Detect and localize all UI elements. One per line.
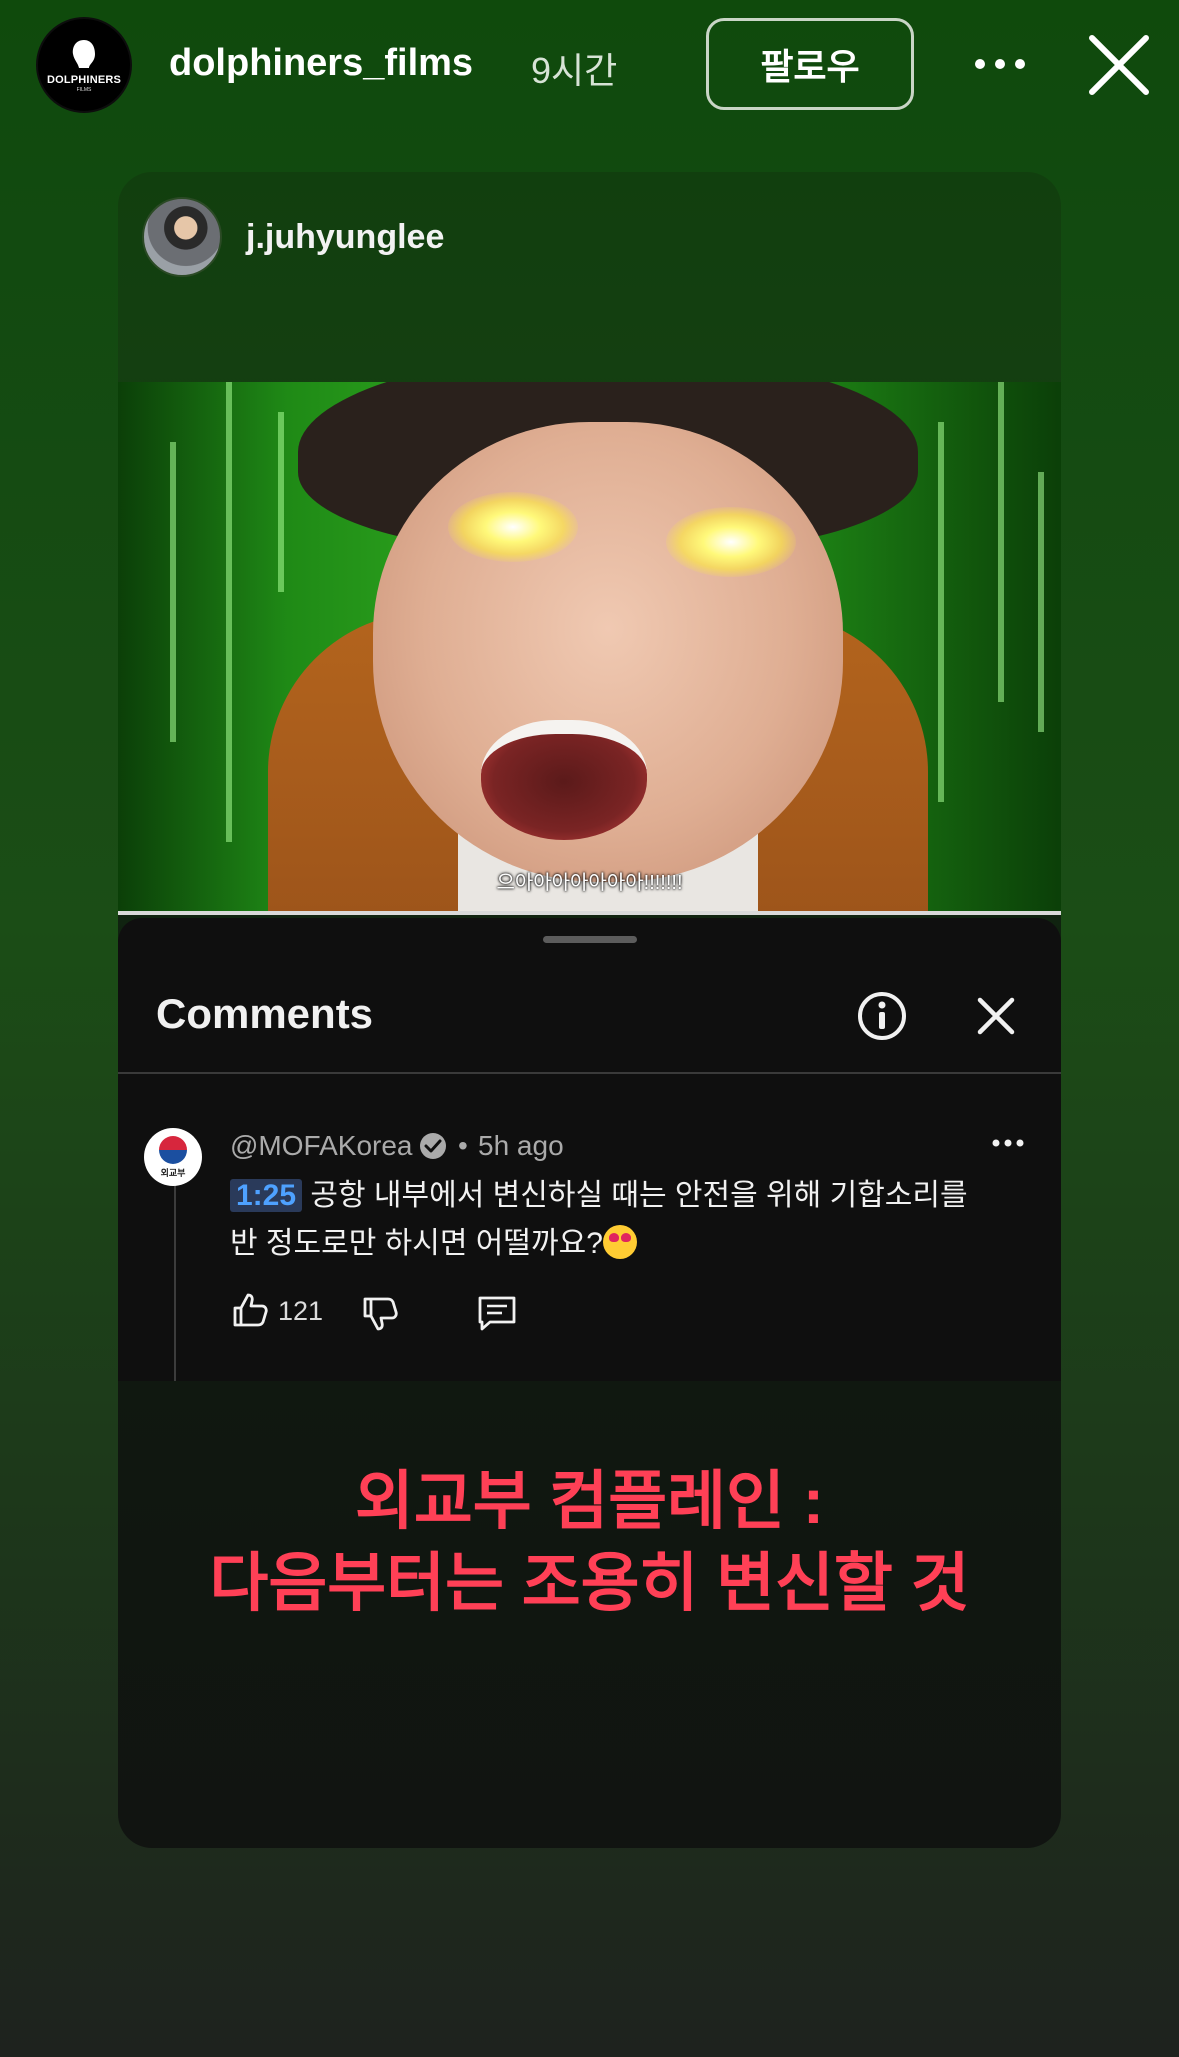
taegeuk-icon: [159, 1135, 187, 1164]
comments-panel: Comments 외교부 @MOFAKorea • 5h ago 1:25 공항…: [118, 918, 1061, 1381]
comment-more-icon[interactable]: [986, 1128, 1030, 1158]
glowing-eye-left: [448, 492, 578, 562]
avatar-logo-text: DOLPHINERS: [46, 73, 122, 86]
avatar-logo-sub: FILMS: [76, 86, 92, 93]
like-count: 121: [278, 1296, 324, 1326]
light-streak: [278, 412, 284, 592]
light-streak: [170, 442, 176, 742]
thumbs-down-icon[interactable]: [360, 1294, 400, 1334]
caption-line-1: 외교부 컴플레인 :: [354, 1465, 825, 1537]
reply-icon[interactable]: [476, 1294, 518, 1334]
meta-separator: •: [458, 1130, 468, 1161]
shared-post-author-avatar[interactable]: [142, 197, 222, 277]
info-icon[interactable]: [856, 990, 908, 1042]
heart-eyes-emoji-icon: [602, 1225, 637, 1259]
timestamp-link[interactable]: 1:25: [230, 1179, 303, 1212]
comments-title: Comments: [156, 990, 374, 1037]
video-subtitle: 으아아아아아아아!!!!!!!: [496, 872, 683, 894]
thread-line: [174, 1168, 176, 1381]
comment-time: 5h ago: [478, 1130, 564, 1161]
light-streak: [998, 382, 1004, 702]
shared-post-author-name[interactable]: j.juhyunglee: [246, 218, 444, 257]
glowing-eye-right: [666, 507, 796, 577]
commenter-handle[interactable]: @MOFAKorea: [230, 1130, 412, 1162]
follow-button[interactable]: 팔로우: [706, 18, 914, 110]
open-mouth: [481, 720, 647, 840]
overlay-caption: 외교부 컴플레인 : 다음부터는 조용히 변신할 것: [118, 1460, 1061, 1624]
commenter-avatar-label: 외교부: [160, 1167, 186, 1178]
light-streak: [226, 382, 232, 842]
comment-body: 공항 내부에서 변신하실 때는 안전을 위해 기합소리를 반 정도로만 하시면 …: [230, 1179, 968, 1260]
divider: [118, 1072, 1061, 1074]
video-progress-bar[interactable]: [118, 911, 1061, 915]
story-author-name[interactable]: dolphiners_films: [169, 42, 473, 85]
light-streak: [938, 422, 944, 802]
close-icon[interactable]: [1086, 32, 1152, 98]
comment-text: 1:25 공항 내부에서 변신하실 때는 안전을 위해 기합소리를 반 정도로만…: [230, 1172, 1000, 1268]
verified-badge-icon: [418, 1131, 448, 1161]
video-frame[interactable]: 으아아아아아아아!!!!!!!: [118, 382, 1061, 915]
light-streak: [1038, 472, 1044, 732]
thumbs-up-icon[interactable]: [230, 1290, 270, 1330]
drag-handle[interactable]: [543, 936, 637, 943]
commenter-avatar[interactable]: 외교부: [144, 1128, 202, 1186]
caption-line-2: 다음부터는 조용히 변신할 것: [209, 1547, 970, 1619]
author-avatar[interactable]: DOLPHINERS FILMS: [36, 17, 132, 113]
story-time-ago: 9시간: [531, 50, 618, 91]
dolphin-head-logo-icon: [72, 39, 95, 68]
close-comments-icon[interactable]: [974, 994, 1018, 1038]
more-options-icon[interactable]: [970, 34, 1030, 94]
